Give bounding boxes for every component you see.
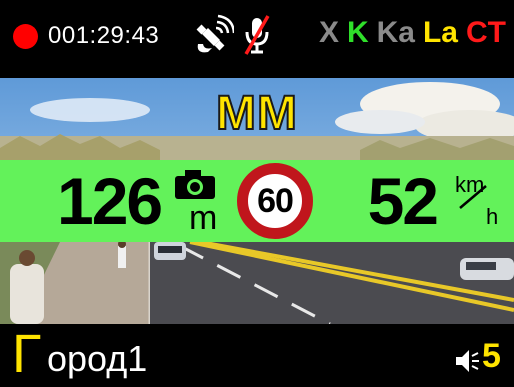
band-k: K xyxy=(346,16,369,49)
speed-unit-slash-icon xyxy=(459,185,487,209)
alert-info-band: 126 m 60 52 km h xyxy=(0,160,514,242)
speed-limit-sign: 60 xyxy=(237,163,313,239)
satellite-gps-icon xyxy=(196,14,234,53)
band-ka: Ka xyxy=(376,16,415,49)
status-bar: 001:29:43 X K Ka La CT xyxy=(0,0,514,78)
recording-indicator-icon xyxy=(13,24,38,49)
camera-type-label: MM xyxy=(215,87,298,141)
band-x: X xyxy=(318,16,339,49)
speed-camera-icon xyxy=(175,170,215,199)
distance-to-camera: 126 xyxy=(57,164,163,238)
distance-unit: m xyxy=(189,199,218,237)
speed-unit-h: h xyxy=(486,204,499,229)
microphone-muted-icon xyxy=(244,15,270,55)
mode-label: ород1 xyxy=(47,338,148,379)
speaker-volume-icon xyxy=(456,350,479,372)
current-speed: 52 xyxy=(367,164,439,238)
radar-detector-screen: 001:29:43 X K Ka La CT MM 126 m 60 52 km… xyxy=(0,0,514,387)
band-ct: CT xyxy=(466,16,506,49)
radar-bands: X K Ka La CT xyxy=(319,16,506,50)
recording-time: 001:29:43 xyxy=(48,22,160,49)
speed-limit-value: 60 xyxy=(257,181,294,220)
volume-level: 5 xyxy=(482,337,501,375)
bottom-bar: Г ород1 5 xyxy=(0,324,514,387)
band-la: La xyxy=(422,16,458,49)
mode-label-initial: Г xyxy=(12,324,42,384)
